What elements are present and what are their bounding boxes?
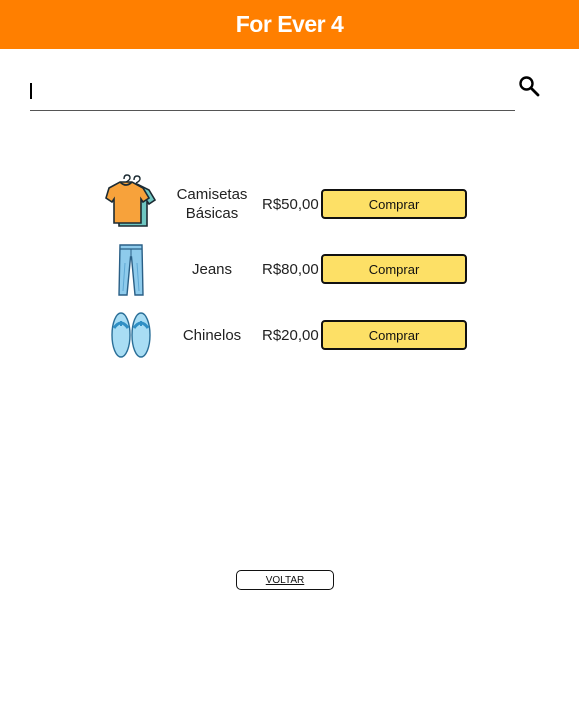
flip-flops-icon xyxy=(111,312,151,358)
app-title: For Ever 4 xyxy=(235,11,344,37)
jeans-icon xyxy=(118,244,144,296)
back-button[interactable]: VOLTAR xyxy=(236,570,334,590)
search-bar xyxy=(30,74,515,111)
search-button[interactable] xyxy=(517,74,541,98)
search-icon xyxy=(519,76,540,97)
product-row: Jeans R$80,00 Comprar xyxy=(100,244,480,296)
product-image xyxy=(100,244,162,296)
buy-button[interactable]: Comprar xyxy=(321,254,467,284)
search-input[interactable] xyxy=(30,80,510,102)
product-price: R$50,00 xyxy=(262,195,319,213)
product-name: Chinelos xyxy=(182,326,242,344)
product-price: R$80,00 xyxy=(262,260,319,278)
product-row: Camisetas Básicas R$50,00 Comprar xyxy=(100,174,480,229)
buy-button[interactable]: Comprar xyxy=(321,320,467,350)
text-caret xyxy=(30,83,32,99)
product-name: Camisetas Básicas xyxy=(176,186,248,222)
product-name: Jeans xyxy=(191,260,233,278)
buy-button[interactable]: Comprar xyxy=(321,189,467,219)
product-image xyxy=(100,174,162,229)
tshirt-icon xyxy=(105,174,157,227)
product-price: R$20,00 xyxy=(262,326,319,344)
product-row: Chinelos R$20,00 Comprar xyxy=(100,310,480,360)
product-image xyxy=(100,310,162,360)
app-header: For Ever 4 xyxy=(0,0,579,49)
